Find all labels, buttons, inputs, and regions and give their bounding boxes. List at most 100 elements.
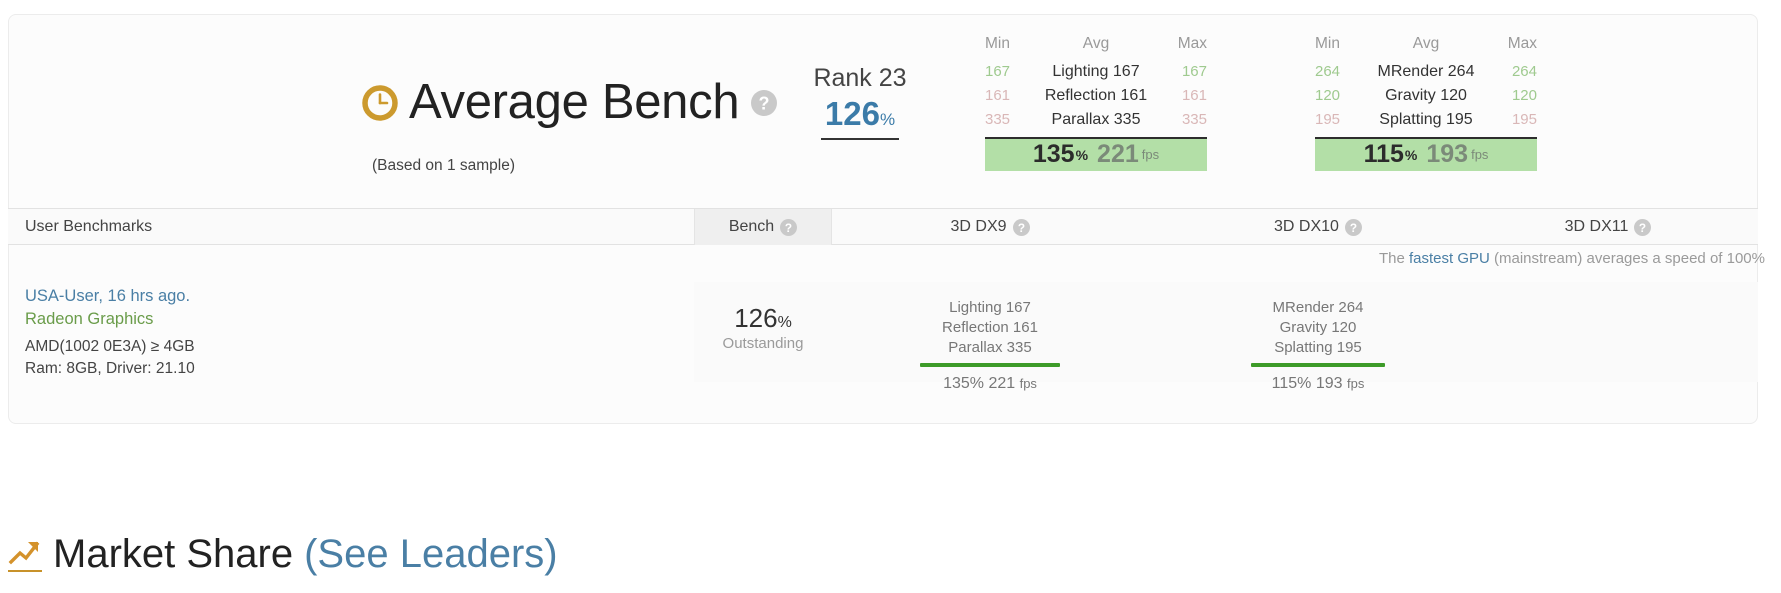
stat-avg-value: 335 bbox=[1114, 111, 1141, 128]
dx-summary: 115% 193 fps bbox=[1198, 375, 1438, 393]
stat-avg: Reflection 161 bbox=[1033, 84, 1159, 108]
help-icon[interactable]: ? bbox=[780, 219, 797, 236]
col-max-label: Max bbox=[1159, 34, 1207, 55]
stat-name: MRender bbox=[1378, 63, 1444, 80]
dx-metric: Reflection 161 bbox=[870, 318, 1110, 338]
tab-bench-label: Bench bbox=[729, 218, 774, 236]
svg-text:?: ? bbox=[785, 221, 792, 234]
stat-min: 161 bbox=[985, 85, 1033, 108]
stat-avg: Lighting 167 bbox=[1033, 60, 1159, 84]
stat-avg: Splatting 195 bbox=[1363, 108, 1489, 132]
tab-3d-dx9[interactable]: 3D DX9 ? bbox=[870, 209, 1110, 245]
result-cell-dx10: MRender 264 Gravity 120 Splatting 195 11… bbox=[1198, 298, 1438, 393]
dx-fps-unit: fps bbox=[1020, 376, 1037, 391]
rank-label: Rank 23 bbox=[795, 64, 925, 93]
help-icon[interactable]: ? bbox=[1634, 219, 1651, 236]
stats-row: 120 Gravity 120 120 bbox=[1315, 84, 1537, 108]
stat-avg-value: 161 bbox=[1120, 87, 1147, 104]
tab-3d-dx11[interactable]: 3D DX11 ? bbox=[1488, 209, 1728, 245]
stat-max: 335 bbox=[1159, 109, 1207, 132]
rank-score: 126% bbox=[795, 93, 925, 134]
stats-panel-dx9-header: Min Avg Max bbox=[985, 34, 1207, 60]
dx-percent: 115% bbox=[1272, 375, 1312, 392]
stat-avg-value: 264 bbox=[1448, 63, 1475, 80]
stat-min: 264 bbox=[1315, 61, 1363, 84]
svg-text:?: ? bbox=[759, 93, 770, 113]
col-max-label: Max bbox=[1489, 34, 1537, 55]
col-avg-label: Avg bbox=[1033, 34, 1159, 55]
stats-panel-dx10-header: Min Avg Max bbox=[1315, 34, 1537, 60]
dx-metric: MRender 264 bbox=[1198, 298, 1438, 318]
stat-name: Splatting bbox=[1379, 111, 1441, 128]
stats-panel-dx10: Min Avg Max 264 MRender 264 264 120 Grav… bbox=[1315, 34, 1537, 171]
svg-text:?: ? bbox=[1017, 221, 1024, 234]
stats-row: 335 Parallax 335 335 bbox=[985, 108, 1207, 132]
help-icon[interactable]: ? bbox=[1013, 219, 1030, 236]
stat-avg: Parallax 335 bbox=[1033, 108, 1159, 132]
market-share-heading: Market Share (See Leaders) bbox=[8, 534, 558, 574]
stat-avg: MRender 264 bbox=[1363, 60, 1489, 84]
dx-fps: 193 bbox=[1316, 375, 1343, 392]
summary-percent-symbol: % bbox=[1076, 147, 1088, 163]
svg-text:?: ? bbox=[1350, 221, 1357, 234]
col-avg-label: Avg bbox=[1363, 34, 1489, 55]
bench-rating: Outstanding bbox=[694, 335, 832, 352]
stats-panel-dx9: Min Avg Max 167 Lighting 167 167 161 Ref… bbox=[985, 34, 1207, 171]
bench-score-value: 126 bbox=[734, 303, 777, 333]
market-share-title: Market Share bbox=[53, 534, 293, 574]
dx-metric: Gravity 120 bbox=[1198, 318, 1438, 338]
summary-fps-unit: fps bbox=[1471, 147, 1488, 162]
page-title: Average Bench bbox=[409, 78, 739, 127]
stat-min: 120 bbox=[1315, 85, 1363, 108]
user-info-block: USA-User, 16 hrs ago. Radeon Graphics AM… bbox=[25, 285, 195, 380]
summary-fps: 221 bbox=[1097, 142, 1139, 167]
tab-3d-dx10[interactable]: 3D DX10 ? bbox=[1198, 209, 1438, 245]
stat-name: Reflection bbox=[1045, 87, 1116, 104]
stat-max: 264 bbox=[1489, 61, 1537, 84]
stat-avg-value: 195 bbox=[1446, 111, 1473, 128]
stat-name: Lighting bbox=[1052, 63, 1108, 80]
help-icon[interactable]: ? bbox=[751, 90, 777, 116]
user-benchmarks-label: User Benchmarks bbox=[25, 218, 152, 236]
system-ram-driver: Ram: 8GB, Driver: 21.10 bbox=[25, 358, 195, 380]
stat-avg: Gravity 120 bbox=[1363, 84, 1489, 108]
stat-max: 120 bbox=[1489, 85, 1537, 108]
summary-header: Average Bench ? (Based on 1 sample) Rank… bbox=[0, 0, 1750, 200]
dx-summary: 135% 221 fps bbox=[870, 375, 1110, 393]
dx-percent: 135% bbox=[943, 375, 984, 392]
rank-score-value: 126 bbox=[825, 95, 880, 132]
col-min-label: Min bbox=[985, 34, 1033, 55]
tab-3d-dx9-label: 3D DX9 bbox=[950, 218, 1006, 236]
stat-min: 167 bbox=[985, 61, 1033, 84]
benchmark-result-row: USA-User, 16 hrs ago. Radeon Graphics AM… bbox=[8, 282, 1758, 382]
stats-row: 264 MRender 264 264 bbox=[1315, 60, 1537, 84]
bench-score: 126% bbox=[694, 304, 832, 333]
dx-metric: Parallax 335 bbox=[870, 338, 1110, 358]
bench-score-cell: 126% Outstanding bbox=[694, 304, 832, 352]
summary-fps: 193 bbox=[1426, 142, 1468, 167]
stat-name: Parallax bbox=[1052, 111, 1110, 128]
stat-min: 335 bbox=[985, 109, 1033, 132]
stats-row: 195 Splatting 195 195 bbox=[1315, 108, 1537, 132]
user-submission-link[interactable]: USA-User, 16 hrs ago. bbox=[25, 285, 195, 308]
average-bench-heading: Average Bench ? bbox=[360, 78, 777, 127]
col-min-label: Min bbox=[1315, 34, 1363, 55]
gpu-device-id: AMD(1002 0E3A) ≥ 4GB bbox=[25, 336, 195, 358]
stat-min: 195 bbox=[1315, 109, 1363, 132]
tab-bench[interactable]: Bench ? bbox=[694, 209, 832, 245]
dx-fps-unit: fps bbox=[1347, 376, 1364, 391]
help-icon[interactable]: ? bbox=[1345, 219, 1362, 236]
gpu-name-link[interactable]: Radeon Graphics bbox=[25, 308, 195, 331]
note-prefix: The bbox=[1379, 250, 1409, 267]
see-leaders-link[interactable]: (See Leaders) bbox=[304, 534, 557, 574]
fastest-gpu-link[interactable]: fastest GPU bbox=[1409, 250, 1490, 267]
dx-fps: 221 bbox=[988, 375, 1015, 392]
dx-metric: Splatting 195 bbox=[1198, 338, 1438, 358]
benchmark-tabs-row: User Benchmarks Bench ? 3D DX9 ? 3D DX10… bbox=[8, 208, 1758, 245]
stat-name: Gravity bbox=[1385, 87, 1436, 104]
summary-percent: 115 bbox=[1364, 142, 1404, 167]
clock-icon bbox=[360, 83, 400, 123]
stats-summary-bar-dx9: 135%221fps bbox=[985, 137, 1207, 171]
benchmark-page: Average Bench ? (Based on 1 sample) Rank… bbox=[0, 0, 1781, 593]
dx-metric: Lighting 167 bbox=[870, 298, 1110, 318]
